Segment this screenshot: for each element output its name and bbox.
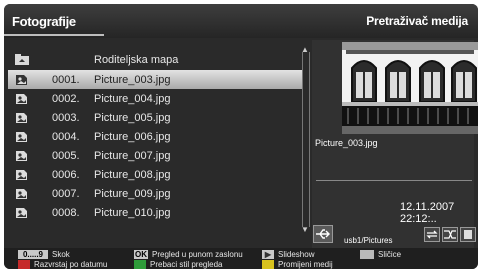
stop-icon[interactable] <box>460 227 476 242</box>
shuffle-icon[interactable] <box>442 227 458 242</box>
legend-switch-view-label: Prebaci stil pregleda <box>150 260 223 269</box>
image-file-icon <box>16 94 27 104</box>
file-list: Roditeljska mapa 0001. Picture_003.jpg 000… <box>8 50 302 235</box>
media-browser-window: Fotografije Pretraživač medija Roditeljs… <box>4 4 478 269</box>
file-name: Picture_009.jpg <box>94 188 171 200</box>
image-file-icon <box>16 208 27 218</box>
parent-folder-label: Roditeljska mapa <box>94 54 179 66</box>
file-index: 0005. <box>52 150 80 162</box>
preview-divider <box>316 180 472 181</box>
file-index: 0002. <box>52 93 80 105</box>
legend-sort-date-label: Razvrstaj po datumu <box>34 260 108 269</box>
usb-icon[interactable] <box>313 225 333 243</box>
legend-sort-date: Razvrstaj po datumu <box>18 260 107 269</box>
legend-slideshow-label: Slideshow <box>278 250 315 259</box>
file-index: 0007. <box>52 188 80 200</box>
file-index: 0001. <box>52 74 80 86</box>
image-file-icon <box>16 113 27 123</box>
legend-change-media-label: Promijeni medij <box>278 260 333 269</box>
file-index: 0004. <box>52 131 80 143</box>
file-name: Picture_006.jpg <box>94 131 171 143</box>
legend-thumbnails: Sličice <box>360 250 401 259</box>
thumbnails-key-icon <box>360 250 374 259</box>
list-scrollbar[interactable] <box>302 52 310 227</box>
parent-folder-row[interactable]: Roditeljska mapa <box>8 50 302 69</box>
scroll-down-arrow-icon[interactable]: ▼ <box>300 226 310 234</box>
legend-fullscreen: OK Pregled u punom zaslonu <box>134 250 243 259</box>
file-list-row[interactable]: 0001. Picture_003.jpg <box>8 70 302 89</box>
file-list-row[interactable]: 0006. Picture_008.jpg <box>8 165 302 184</box>
button-legend: 0.....9 Skok OK Pregled u punom zaslonu … <box>4 248 478 269</box>
source-path: usb1/Pictures <box>344 236 393 245</box>
image-file-icon <box>16 151 27 161</box>
image-file-icon <box>16 170 27 180</box>
play-key-icon: ▶ <box>262 250 274 259</box>
legend-fullscreen-label: Pregled u punom zaslonu <box>152 250 243 259</box>
legend-slideshow: ▶ Slideshow <box>262 250 314 259</box>
folder-up-icon <box>15 54 29 65</box>
preview-filename: Picture_003.jpg <box>315 138 378 148</box>
red-key-icon <box>18 260 30 269</box>
file-name: Picture_005.jpg <box>94 112 171 124</box>
digits-key: 0.....9 <box>18 250 48 259</box>
file-name: Picture_010.jpg <box>94 207 171 219</box>
file-name: Picture_008.jpg <box>94 169 171 181</box>
legend-switch-view: Prebaci stil pregleda <box>134 260 222 269</box>
yellow-key-icon <box>262 260 274 269</box>
image-file-icon <box>16 132 27 142</box>
file-list-row[interactable]: 0007. Picture_009.jpg <box>8 184 302 203</box>
page-title: Fotografije <box>12 14 76 29</box>
file-index: 0008. <box>52 207 80 219</box>
legend-skip: 0.....9 Skok <box>18 250 70 259</box>
ok-key: OK <box>134 250 148 259</box>
photo-thumbnail <box>342 42 478 134</box>
file-list-row[interactable]: 0003. Picture_005.jpg <box>8 108 302 127</box>
file-list-row[interactable]: 0004. Picture_006.jpg <box>8 127 302 146</box>
file-index: 0006. <box>52 169 80 181</box>
title-underline <box>4 34 104 36</box>
file-name: Picture_004.jpg <box>94 93 171 105</box>
file-name: Picture_007.jpg <box>94 150 171 162</box>
image-file-icon <box>16 189 27 199</box>
file-index: 0003. <box>52 112 80 124</box>
file-list-row[interactable]: 0008. Picture_010.jpg <box>8 203 302 222</box>
green-key-icon <box>134 260 146 269</box>
legend-change-media: Promijeni medij <box>262 260 333 269</box>
file-list-row[interactable]: 0005. Picture_007.jpg <box>8 146 302 165</box>
app-title: Pretraživač medija <box>366 14 468 28</box>
legend-thumbnails-label: Sličice <box>378 250 402 259</box>
header-bar: Fotografije Pretraživač medija <box>4 4 478 38</box>
repeat-icon[interactable] <box>424 227 440 242</box>
file-list-row[interactable]: 0002. Picture_004.jpg <box>8 89 302 108</box>
file-name: Picture_003.jpg <box>94 74 171 86</box>
legend-skip-label: Skok <box>52 250 70 259</box>
image-file-icon <box>16 75 27 85</box>
preview-toolbar: usb1/Pictures <box>310 222 478 248</box>
